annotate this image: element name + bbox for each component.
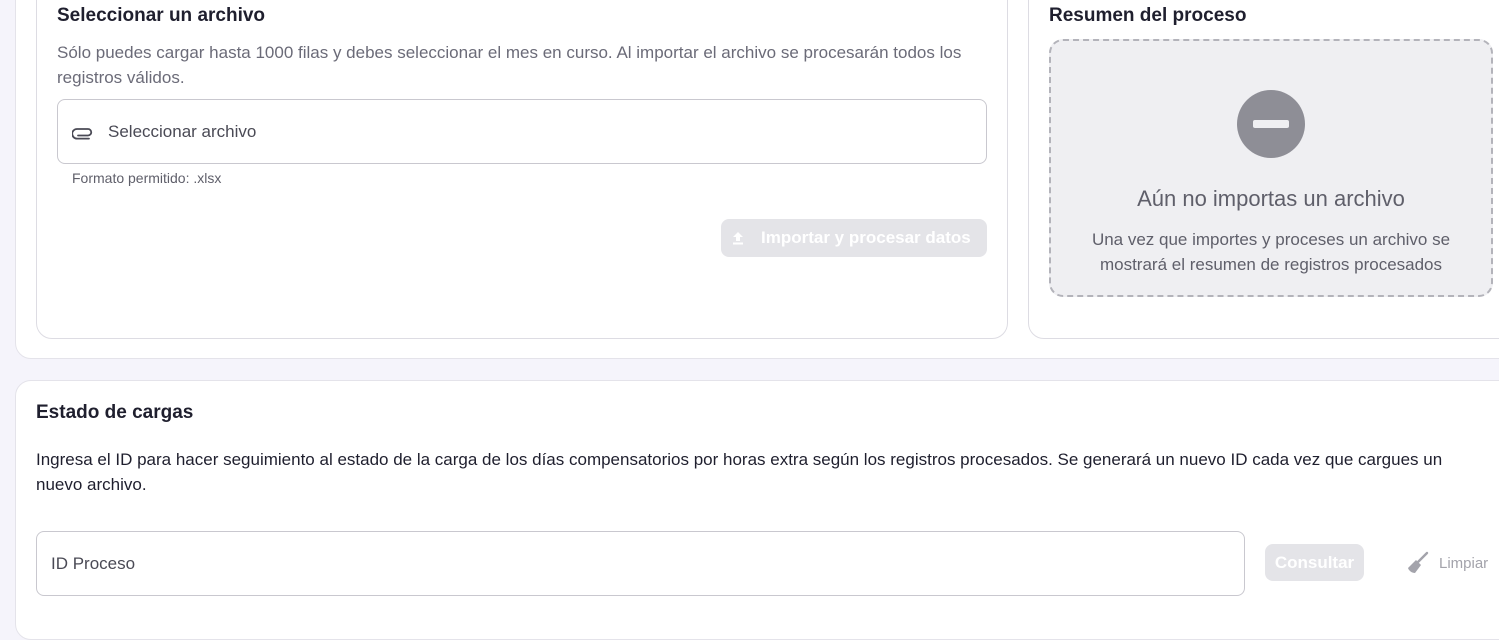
minus-circle-icon bbox=[1237, 90, 1305, 158]
clear-button[interactable]: Limpiar bbox=[1405, 548, 1488, 578]
summary-empty-description: Una vez que importes y proceses un archi… bbox=[1091, 230, 1451, 274]
file-select-input[interactable]: Seleccionar archivo bbox=[57, 99, 987, 164]
consult-button[interactable]: Consultar bbox=[1265, 544, 1364, 581]
process-id-input[interactable] bbox=[36, 531, 1245, 596]
upload-icon bbox=[733, 232, 743, 245]
paperclip-icon bbox=[72, 127, 93, 139]
import-process-button[interactable]: Importar y procesar datos bbox=[721, 219, 987, 257]
upload-description: Sólo puedes cargar hasta 1000 filas y de… bbox=[57, 43, 962, 87]
upload-title: Seleccionar un archivo bbox=[57, 5, 266, 26]
broom-icon bbox=[1408, 551, 1429, 573]
status-title: Estado de cargas bbox=[36, 402, 194, 423]
file-format-helper: Formato permitido: .xlsx bbox=[72, 170, 222, 186]
import-button-label: Importar y procesar datos bbox=[761, 228, 971, 247]
summary-title: Resumen del proceso bbox=[1049, 5, 1247, 26]
summary-empty-title: Aún no importas un archivo bbox=[1137, 186, 1405, 211]
status-card bbox=[15, 380, 1499, 640]
file-select-label: Seleccionar archivo bbox=[108, 121, 257, 141]
status-description: Ingresa el ID para hacer seguimiento al … bbox=[36, 450, 1443, 494]
clear-button-label: Limpiar bbox=[1439, 554, 1489, 572]
